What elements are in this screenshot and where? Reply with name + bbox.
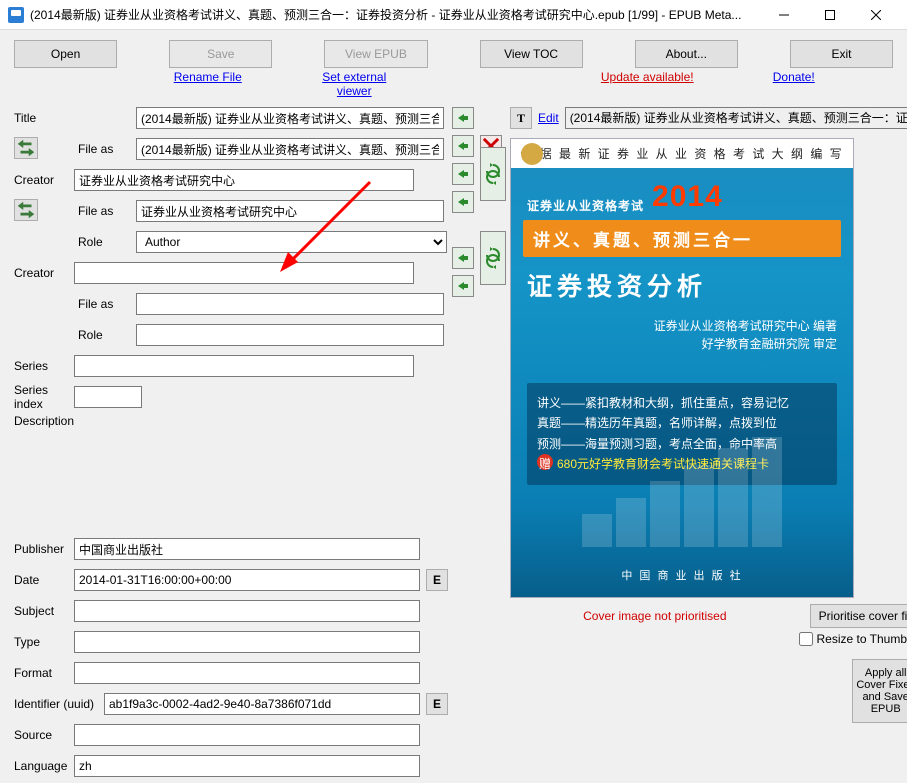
creator1-push-button[interactable] [452, 163, 474, 185]
label-publisher: Publisher [14, 542, 74, 556]
label-language: Language [14, 759, 74, 773]
view-toc-button[interactable]: View TOC [480, 40, 583, 68]
date-input[interactable] [74, 569, 420, 591]
view-epub-button[interactable]: View EPUB [324, 40, 427, 68]
label-title-fileas: File as [74, 142, 136, 156]
label-identifier: Identifier (uuid) [14, 697, 104, 711]
creator2-cycle-button[interactable] [480, 231, 506, 285]
creator2-fileas-input[interactable] [136, 293, 444, 315]
save-button[interactable]: Save [169, 40, 272, 68]
window-titlebar: (2014最新版) 证券业从业资格考试讲义、真题、预测三合一：证券投资分析 - … [0, 0, 907, 30]
label-creator1-fileas: File as [74, 204, 136, 218]
title-input[interactable] [136, 107, 444, 129]
language-input[interactable] [74, 755, 420, 777]
label-creator1: Creator [14, 173, 74, 187]
cover-warning: Cover image not prioritised [510, 609, 800, 623]
link-row: Rename File Set external viewer Update a… [0, 70, 907, 104]
series-index-input[interactable] [74, 386, 142, 408]
resize-thumbnail-checkbox[interactable] [799, 632, 813, 646]
creator2-fileas-push-button[interactable] [452, 275, 474, 297]
rename-file-link[interactable]: Rename File [174, 70, 242, 84]
label-source: Source [14, 728, 74, 742]
date-edit-button[interactable]: E [426, 569, 448, 591]
window-title: (2014最新版) 证券业从业资格考试讲义、真题、预测三合一：证券投资分析 - … [30, 6, 761, 23]
creator1-fileas-push-button[interactable] [452, 191, 474, 213]
creator2-input[interactable] [74, 262, 414, 284]
update-available-link[interactable]: Update available! [601, 70, 694, 84]
subject-input[interactable] [74, 600, 420, 622]
set-viewer-link[interactable]: Set external viewer [322, 70, 386, 98]
cover-image: 依 据 最 新 证 券 业 从 业 资 格 考 试 大 纲 编 写 证券业从业资… [510, 138, 854, 598]
type-input[interactable] [74, 631, 420, 653]
edit-link[interactable]: Edit [538, 111, 559, 125]
creator1-role-select[interactable]: Author [136, 231, 447, 253]
creator1-cycle-button[interactable] [480, 147, 506, 201]
title-swap-button[interactable] [14, 137, 38, 159]
resize-thumbnail-label: Resize to Thumbnail [817, 632, 907, 646]
title-push-button[interactable] [452, 107, 474, 129]
label-title: Title [14, 111, 74, 125]
label-creator1-role: Role [74, 235, 136, 249]
label-subject: Subject [14, 604, 74, 618]
main-toolbar: Open Save View EPUB View TOC About... Ex… [0, 30, 907, 70]
app-icon [8, 7, 24, 23]
label-creator2-fileas: File as [74, 297, 136, 311]
text-mode-button[interactable]: T [510, 107, 532, 129]
label-creator2: Creator [14, 266, 74, 280]
metadata-form: Title File as Creator File as Role Autho… [14, 104, 448, 783]
creator1-fileas-input[interactable] [136, 200, 444, 222]
open-button[interactable]: Open [14, 40, 117, 68]
creator1-input[interactable] [74, 169, 414, 191]
label-series: Series [14, 359, 74, 373]
title-fileas-push-button[interactable] [452, 135, 474, 157]
arrow-button-column [448, 104, 506, 783]
exit-button[interactable]: Exit [790, 40, 893, 68]
label-date: Date [14, 573, 74, 587]
identifier-input[interactable] [104, 693, 420, 715]
maximize-button[interactable] [807, 0, 853, 30]
creator1-swap-button[interactable] [14, 199, 38, 221]
label-description: Description [14, 414, 74, 428]
label-creator2-role: Role [74, 328, 136, 342]
minimize-button[interactable] [761, 0, 807, 30]
title-fileas-input[interactable] [136, 138, 444, 160]
label-series-index: Series index [14, 383, 74, 411]
about-button[interactable]: About... [635, 40, 738, 68]
prioritise-cover-button[interactable]: Prioritise cover file [810, 604, 907, 628]
format-input[interactable] [74, 662, 420, 684]
identifier-edit-button[interactable]: E [426, 693, 448, 715]
book-select[interactable]: (2014最新版) 证券业从业资格考试讲义、真题、预测三合一：证 [565, 107, 907, 129]
close-button[interactable] [853, 0, 899, 30]
publisher-input[interactable] [74, 538, 420, 560]
label-type: Type [14, 635, 74, 649]
series-input[interactable] [74, 355, 414, 377]
donate-link[interactable]: Donate! [773, 70, 815, 84]
source-input[interactable] [74, 724, 420, 746]
creator2-role-input[interactable] [136, 324, 444, 346]
cover-panel: T Edit (2014最新版) 证券业从业资格考试讲义、真题、预测三合一：证 … [506, 104, 907, 783]
creator2-push-button[interactable] [452, 247, 474, 269]
label-format: Format [14, 666, 74, 680]
